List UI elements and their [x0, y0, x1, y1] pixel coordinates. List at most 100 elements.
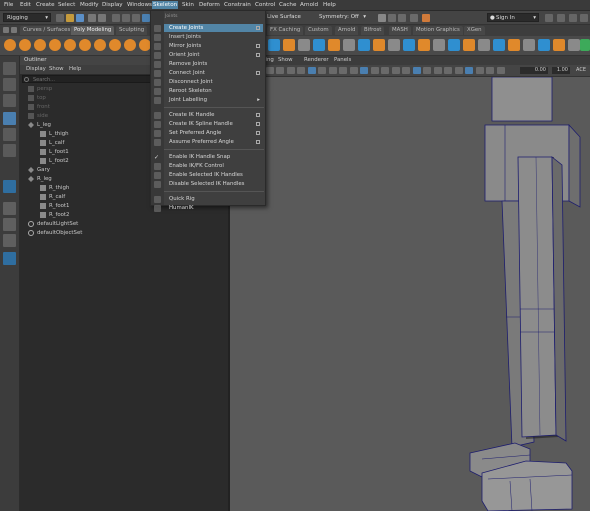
toggle-panel-icon[interactable] — [557, 14, 565, 22]
menu-item-create-ik-spline-handle[interactable]: Create IK Spline Handle — [164, 120, 263, 128]
menu-item-assume-preferred-angle[interactable]: Assume Preferred Angle — [164, 138, 263, 146]
viewport-tool-icon[interactable] — [370, 67, 379, 74]
lasso-tool-icon[interactable] — [3, 78, 16, 91]
menu-item-set-preferred-angle[interactable]: Set Preferred Angle — [164, 129, 263, 137]
shelf-poly-icon[interactable] — [19, 39, 31, 51]
shelf-tool-icon[interactable] — [418, 39, 430, 51]
shelf-tool-icon[interactable] — [523, 39, 535, 51]
shelf-tool-icon[interactable] — [568, 39, 580, 51]
viewport-tool-icon[interactable] — [318, 67, 326, 74]
tab-fx-caching[interactable]: FX Caching — [267, 26, 304, 35]
menu-edit[interactable]: Edit — [19, 1, 32, 9]
menu-control[interactable]: Control — [254, 1, 276, 9]
gamma-field[interactable]: 1.00 — [552, 67, 570, 74]
tab-motion-graphics[interactable]: Motion Graphics — [413, 26, 463, 35]
live-surface-field[interactable]: Live Surface — [264, 13, 304, 22]
viewport-tool-icon[interactable] — [276, 67, 284, 74]
menu-item-orient-joint[interactable]: Orient Joint — [164, 51, 263, 59]
viewport-tool-icon[interactable] — [412, 67, 421, 74]
tab-arnold[interactable]: Arnold — [335, 26, 359, 35]
menu-item-disconnect-joint[interactable]: Disconnect Joint — [164, 78, 263, 86]
outliner-search-input[interactable]: Search... — [22, 75, 152, 83]
shelf-tool-icon[interactable] — [298, 39, 310, 51]
tab-mash[interactable]: MASH — [389, 26, 411, 35]
option-box-icon[interactable] — [256, 26, 260, 30]
viewport-tool-icon[interactable] — [391, 67, 400, 74]
viewport-tool-icon[interactable] — [454, 67, 463, 74]
shelf-tool-icon[interactable] — [553, 39, 565, 51]
ipr-render-icon[interactable] — [398, 14, 406, 22]
menu-item-reroot-skeleton[interactable]: Reroot Skeleton — [164, 87, 263, 95]
shelf-poly-icon[interactable] — [124, 39, 136, 51]
shelf-poly-icon[interactable] — [64, 39, 76, 51]
move-tool-icon[interactable] — [3, 112, 16, 125]
hypershade-icon[interactable] — [422, 14, 430, 22]
shelf-tool-icon[interactable] — [538, 39, 550, 51]
scale-tool-icon[interactable] — [3, 144, 16, 157]
menu-item-remove-joints[interactable]: Remove Joints — [164, 60, 263, 68]
render-icon[interactable] — [388, 14, 396, 22]
new-scene-icon[interactable] — [56, 14, 64, 22]
sign-in-dropdown[interactable]: ● Sign In ▾ — [487, 13, 539, 22]
shelf-green-icon[interactable] — [580, 39, 590, 51]
menu-item-create-joints[interactable]: Create Joints — [164, 24, 263, 32]
colorspace-label[interactable]: ACE — [576, 67, 590, 74]
shelf-tool-icon[interactable] — [478, 39, 490, 51]
menu-item-insert-joints[interactable]: Insert Joints — [164, 33, 263, 41]
menu-skeleton[interactable]: Skeleton — [152, 1, 179, 9]
option-box-icon[interactable] — [256, 53, 260, 57]
exposure-field[interactable]: 0.00 — [520, 67, 548, 74]
outliner-menu-help[interactable]: Help — [69, 65, 81, 74]
viewport-tool-icon[interactable] — [328, 67, 337, 74]
shelf-poly-icon[interactable] — [79, 39, 91, 51]
attribute-editor-icon[interactable] — [580, 14, 588, 22]
shelf-tool-icon[interactable] — [448, 39, 460, 51]
save-scene-icon[interactable] — [76, 14, 84, 22]
viewport-menu-show[interactable]: Show — [278, 56, 293, 65]
menu-item-humanik[interactable]: HumanIK — [164, 204, 263, 212]
menu-set-dropdown[interactable]: Rigging ▾ — [3, 13, 51, 22]
viewport-tool-icon[interactable] — [286, 67, 295, 74]
outliner-layout-icon[interactable] — [3, 252, 16, 265]
menu-arnold[interactable]: Arnold — [299, 1, 319, 9]
menu-deform[interactable]: Deform — [198, 1, 221, 9]
shelf-tool-icon[interactable] — [403, 39, 415, 51]
shelf-poly-icon[interactable] — [49, 39, 61, 51]
menu-windows[interactable]: Windows — [126, 1, 153, 9]
menu-create[interactable]: Create — [35, 1, 56, 9]
paint-select-tool-icon[interactable] — [3, 94, 16, 107]
menu-help[interactable]: Help — [322, 1, 337, 9]
shelf-tool-icon[interactable] — [388, 39, 400, 51]
viewport-tool-icon[interactable] — [475, 67, 484, 74]
shelf-tool-icon[interactable] — [268, 39, 280, 51]
menu-constrain[interactable]: Constrain — [223, 1, 252, 9]
viewport-tool-icon[interactable] — [496, 67, 505, 74]
channel-box-icon[interactable] — [569, 14, 577, 22]
viewport-tool-icon[interactable] — [402, 67, 410, 74]
no-live-icon[interactable] — [378, 14, 386, 22]
select-hierarchy-icon[interactable] — [112, 14, 120, 22]
tab-xgen[interactable]: XGen — [464, 26, 485, 35]
menu-select[interactable]: Select — [57, 1, 76, 9]
viewport-tool-icon[interactable] — [381, 67, 389, 74]
shelf-tool-icon[interactable] — [358, 39, 370, 51]
outliner-row-defaultobjectset[interactable]: defaultObjectSet — [20, 229, 228, 238]
tab-custom[interactable]: Custom — [305, 26, 332, 35]
viewport-menu-renderer[interactable]: Renderer — [304, 56, 329, 65]
viewport-tool-icon[interactable] — [307, 67, 316, 74]
viewport-menu-panels[interactable]: Panels — [334, 56, 351, 65]
outliner-row-r-foot2[interactable]: R_foot2 — [20, 211, 228, 220]
menu-item-create-ik-handle[interactable]: Create IK Handle — [164, 111, 263, 119]
tab-sculpting[interactable]: Sculpting — [116, 26, 148, 35]
shelf-menu-icon[interactable] — [3, 27, 9, 33]
shelf-tool-icon[interactable] — [313, 39, 325, 51]
menu-item-connect-joint[interactable]: Connect Joint — [164, 69, 263, 77]
shelf-tool-icon[interactable] — [463, 39, 475, 51]
persp-outliner-layout-icon[interactable] — [3, 234, 16, 247]
viewport-tool-icon[interactable] — [423, 67, 431, 74]
viewport-tool-icon[interactable] — [465, 67, 473, 74]
viewport-tool-icon[interactable] — [444, 67, 452, 74]
menu-item-joint-labelling[interactable]: Joint Labelling ▸ — [164, 96, 263, 104]
shelf-editor-icon[interactable] — [11, 27, 17, 33]
select-object-icon[interactable] — [122, 14, 130, 22]
